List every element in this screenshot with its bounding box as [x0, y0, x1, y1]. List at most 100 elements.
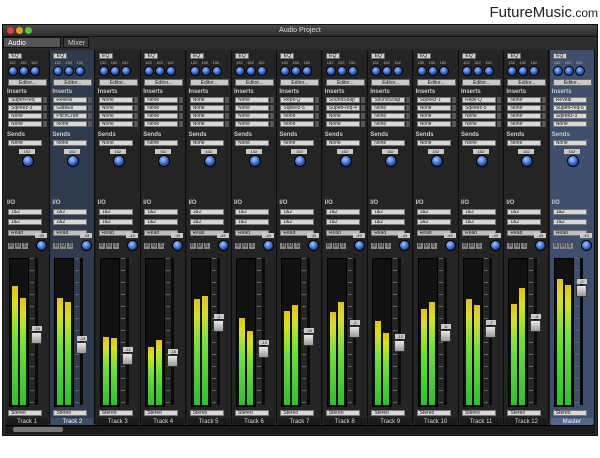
output-selector[interactable]: 1&2 — [53, 219, 88, 225]
insert-slot[interactable]: None — [189, 105, 224, 111]
mute-button[interactable]: M — [151, 243, 158, 249]
editor-button[interactable]: Editor... — [144, 79, 184, 86]
read-button[interactable]: R — [462, 243, 468, 249]
eq-knob[interactable] — [382, 66, 393, 76]
insert-menu-arrow[interactable] — [133, 105, 138, 111]
eq-knob[interactable] — [438, 66, 449, 76]
eq-knob[interactable] — [291, 66, 302, 76]
eq-knob[interactable] — [235, 66, 245, 76]
send-slot[interactable]: None — [189, 140, 224, 146]
send-level-knob[interactable] — [112, 155, 125, 167]
output-selector[interactable]: 1&2 — [416, 219, 451, 225]
insert-slot[interactable]: Reveal — [552, 97, 587, 103]
pan-knob[interactable] — [308, 240, 320, 251]
input-selector[interactable]: 1&2 — [8, 209, 42, 215]
insert-slot[interactable]: None — [416, 121, 451, 127]
output-selector[interactable]: 1&2 — [98, 219, 133, 225]
editor-button[interactable]: Editor... — [507, 79, 547, 86]
editor-button[interactable]: Editor... — [280, 79, 320, 86]
insert-slot[interactable]: None — [144, 113, 179, 119]
eq-knob[interactable] — [473, 66, 483, 76]
input-selector[interactable]: 1&2 — [552, 209, 587, 215]
output-format[interactable]: Stereo — [189, 410, 224, 416]
send-level-knob[interactable] — [67, 155, 80, 167]
output-format[interactable]: Stereo — [507, 410, 542, 416]
solo-button[interactable]: S — [521, 243, 528, 249]
mute-button[interactable]: M — [514, 243, 521, 249]
insert-slot[interactable]: None — [8, 121, 42, 127]
insert-slot[interactable]: None — [8, 113, 42, 119]
insert-slot[interactable]: None — [144, 105, 179, 111]
insert-slot[interactable]: None — [507, 105, 542, 111]
pan-knob[interactable] — [263, 240, 274, 251]
insert-slot[interactable]: SoundSoap — [325, 97, 360, 103]
tab-mixer[interactable]: Mixer — [63, 37, 89, 48]
insert-slot[interactable]: None — [144, 97, 179, 103]
insert-slot[interactable]: None — [235, 97, 269, 103]
solo-button[interactable]: S — [476, 243, 482, 249]
editor-button[interactable]: Editor... — [462, 79, 501, 86]
insert-slot[interactable]: None — [371, 121, 406, 127]
solo-button[interactable]: S — [430, 243, 437, 249]
insert-menu-arrow[interactable] — [587, 121, 592, 127]
output-selector[interactable]: 1&2 — [325, 219, 360, 225]
insert-menu-arrow[interactable] — [542, 97, 547, 103]
send-level-knob[interactable] — [294, 155, 307, 167]
insert-slot[interactable]: GateEx — [53, 105, 88, 111]
insert-slot[interactable]: None — [235, 113, 269, 119]
input-selector[interactable]: 1&2 — [235, 209, 269, 215]
eq-knob[interactable] — [462, 66, 472, 76]
input-selector[interactable]: 1&2 — [507, 209, 542, 215]
insert-slot[interactable]: Sqeeez-1 — [416, 97, 451, 103]
read-button[interactable]: R — [416, 243, 423, 249]
eq-knob[interactable] — [109, 66, 120, 76]
eq-knob[interactable] — [563, 66, 574, 76]
insert-menu-arrow[interactable] — [88, 121, 93, 127]
editor-button[interactable]: Editor... — [235, 79, 274, 86]
insert-menu-arrow[interactable] — [542, 121, 547, 127]
insert-menu-arrow[interactable] — [179, 113, 184, 119]
send-slot[interactable]: None — [325, 140, 360, 146]
insert-slot[interactable]: None — [98, 121, 133, 127]
output-selector[interactable]: 1&2 — [552, 219, 587, 225]
send-slot[interactable]: None — [507, 140, 542, 146]
insert-slot[interactable]: None — [371, 105, 406, 111]
solo-button[interactable]: S — [67, 243, 74, 249]
insert-menu-arrow[interactable] — [451, 121, 456, 127]
mute-button[interactable]: M — [332, 243, 339, 249]
insert-slot[interactable]: None — [235, 121, 269, 127]
mute-button[interactable]: M — [60, 243, 67, 249]
insert-slot[interactable]: PitchCraft — [53, 113, 88, 119]
eq-button[interactable]: EQ — [235, 53, 249, 59]
insert-menu-arrow[interactable] — [179, 105, 184, 111]
editor-button[interactable]: Editor... — [8, 79, 47, 86]
eq-knob[interactable] — [211, 66, 222, 76]
insert-slot[interactable]: None — [507, 97, 542, 103]
insert-menu-arrow[interactable] — [43, 121, 47, 127]
read-button[interactable]: R — [552, 243, 559, 249]
eq-knob[interactable] — [325, 66, 336, 76]
read-button[interactable]: R — [144, 243, 151, 249]
insert-slot[interactable]: SuperFreq-6 — [552, 105, 587, 111]
input-selector[interactable]: 1&2 — [144, 209, 179, 215]
insert-slot[interactable]: Sqeeez-3 — [552, 113, 587, 119]
solo-button[interactable]: S — [294, 243, 301, 249]
insert-menu-arrow[interactable] — [179, 121, 184, 127]
insert-menu-arrow[interactable] — [360, 97, 365, 103]
output-selector[interactable]: 1&2 — [507, 219, 542, 225]
insert-slot[interactable]: None — [189, 113, 224, 119]
eq-knob[interactable] — [302, 66, 313, 76]
input-selector[interactable]: 1&2 — [371, 209, 406, 215]
pan-knob[interactable] — [444, 240, 456, 251]
insert-slot[interactable]: None — [371, 113, 406, 119]
insert-slot[interactable]: Sqeeez-5 — [280, 105, 315, 111]
send-slot[interactable]: None — [280, 140, 315, 146]
insert-menu-arrow[interactable] — [315, 113, 320, 119]
fader-cap[interactable] — [212, 320, 224, 333]
insert-menu-arrow[interactable] — [360, 105, 365, 111]
insert-slot[interactable]: None — [325, 113, 360, 119]
read-button[interactable]: R — [8, 243, 14, 249]
pan-knob[interactable] — [126, 240, 138, 251]
output-format[interactable]: Stereo — [8, 410, 42, 416]
output-selector[interactable]: 1&2 — [280, 219, 315, 225]
